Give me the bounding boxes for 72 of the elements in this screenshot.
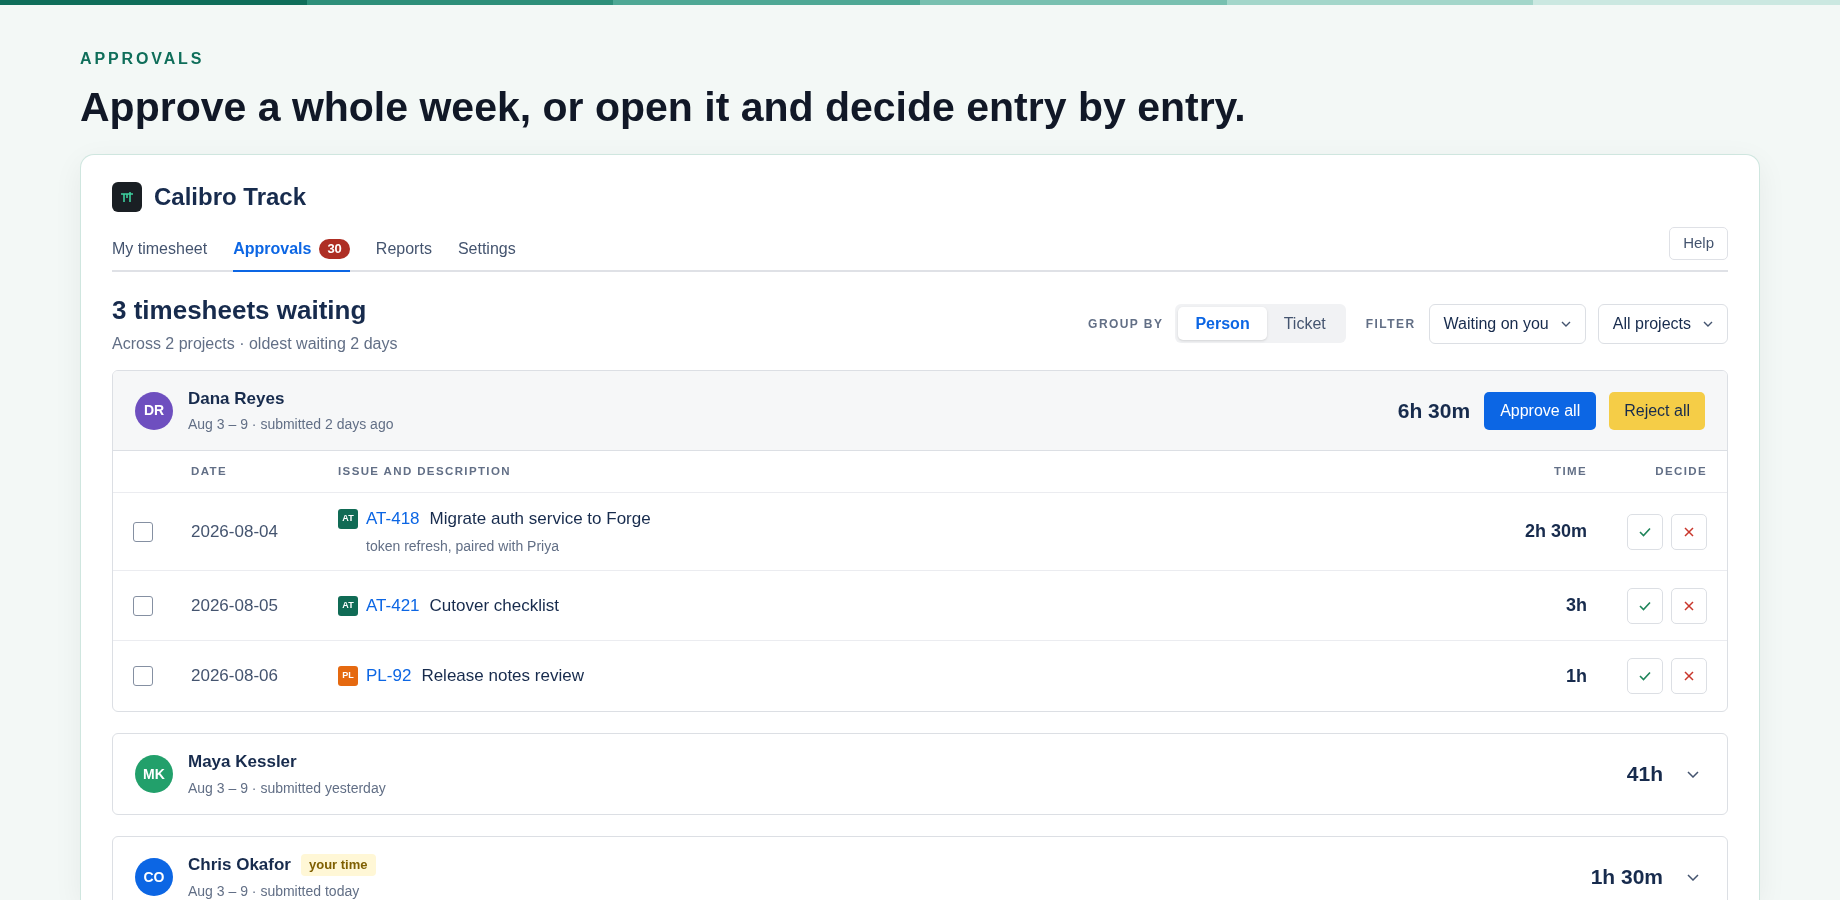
app-logo-icon	[112, 182, 142, 213]
column-header: TIME	[1554, 464, 1587, 480]
entry-title: Migrate auth service to Forge	[429, 508, 651, 531]
chevron-down-icon	[1687, 770, 1699, 778]
filter-label: FILTER	[1365, 315, 1416, 333]
project-icon: AT	[338, 509, 358, 530]
person-name: Chris Okafor	[188, 854, 291, 877]
avatar-initials: MK	[135, 755, 173, 794]
chevron-down-icon	[1560, 320, 1571, 327]
reject-button[interactable]	[1671, 513, 1707, 550]
approve-all-button[interactable]: Approve all	[1484, 391, 1597, 430]
date-cell-text: 2026-08-04	[191, 520, 278, 543]
reject-button[interactable]	[1671, 658, 1707, 695]
issue-link[interactable]: PL-92	[366, 663, 412, 689]
nav-tab[interactable]: Reports	[375, 237, 432, 273]
person-name: Dana Reyes	[188, 387, 285, 410]
column-header: DATE	[191, 464, 227, 480]
submission-meta: Aug 3 – 9 · submitted yesterday	[188, 778, 386, 798]
entry-title: Release notes review	[421, 665, 584, 688]
approve-button[interactable]	[1627, 658, 1663, 695]
avatar-initials: DR	[135, 391, 173, 430]
issue-link[interactable]: AT-418	[366, 506, 420, 532]
nav-tab[interactable]: My timesheet	[112, 237, 208, 273]
person-name: Maya Kessler	[188, 751, 297, 774]
check-icon	[1639, 600, 1651, 611]
close-icon	[1684, 600, 1694, 611]
filter-dropdown[interactable]: All projects	[1597, 303, 1728, 344]
app-name: Calibro Track	[154, 182, 307, 213]
issue-link[interactable]: AT-421	[366, 592, 420, 619]
date-cell-text: 2026-08-06	[191, 665, 278, 688]
submission-meta: Aug 3 – 9 · submitted 2 days ago	[188, 415, 394, 435]
total-time: 1h 30m	[1590, 864, 1663, 891]
chevron-down-icon	[1703, 320, 1713, 327]
nav-tab[interactable]: Settings	[457, 237, 516, 273]
total-time: 6h 30m	[1397, 397, 1471, 424]
group-by-option[interactable]: Person	[1178, 307, 1267, 341]
check-icon	[1639, 671, 1651, 682]
avatar-initials: CO	[135, 858, 173, 897]
row-checkbox[interactable]	[133, 666, 153, 687]
approve-button[interactable]	[1627, 513, 1663, 550]
page-headline: Approve a whole week, or open it and decide entry by entry.	[80, 83, 1246, 132]
reject-button[interactable]	[1671, 587, 1707, 624]
project-icon: AT	[338, 595, 358, 616]
date-cell-text: 2026-08-05	[191, 594, 278, 617]
group-by-option[interactable]: Ticket	[1266, 307, 1343, 341]
project-icon: PL	[338, 666, 358, 687]
time-cell-text: 1h	[1566, 664, 1587, 688]
check-icon	[1639, 526, 1651, 537]
count-badge: 30	[319, 239, 350, 260]
group-by-label: GROUP BY	[1088, 315, 1164, 333]
total-time: 41h	[1626, 761, 1663, 788]
summary-title: 3 timesheets waiting	[112, 294, 367, 328]
close-icon	[1684, 671, 1694, 682]
tag-label: your time	[301, 854, 376, 877]
entry-title: Cutover checklist	[429, 594, 559, 617]
time-cell-text: 3h	[1566, 594, 1587, 618]
row-checkbox[interactable]	[133, 521, 153, 542]
nav-tab[interactable]: Approvals 30	[233, 237, 350, 273]
entry-note: token refresh, paired with Priya	[366, 536, 559, 556]
reject-all-button[interactable]: Reject all	[1609, 391, 1705, 430]
help-button[interactable]: Help	[1669, 227, 1728, 261]
column-header: ISSUE AND DESCRIPTION	[338, 464, 511, 480]
row-checkbox[interactable]	[133, 595, 153, 616]
approve-button[interactable]	[1627, 587, 1663, 624]
close-icon	[1684, 526, 1694, 537]
time-cell-text: 2h 30m	[1524, 520, 1587, 544]
filter-dropdown[interactable]: Waiting on you	[1428, 303, 1586, 344]
section-eyebrow: APPROVALS	[80, 49, 205, 69]
column-header: DECIDE	[1655, 464, 1707, 480]
submission-meta: Aug 3 – 9 · submitted today	[188, 881, 360, 900]
summary-subtitle: Across 2 projects · oldest waiting 2 days	[112, 334, 398, 355]
chevron-down-icon	[1687, 873, 1699, 881]
